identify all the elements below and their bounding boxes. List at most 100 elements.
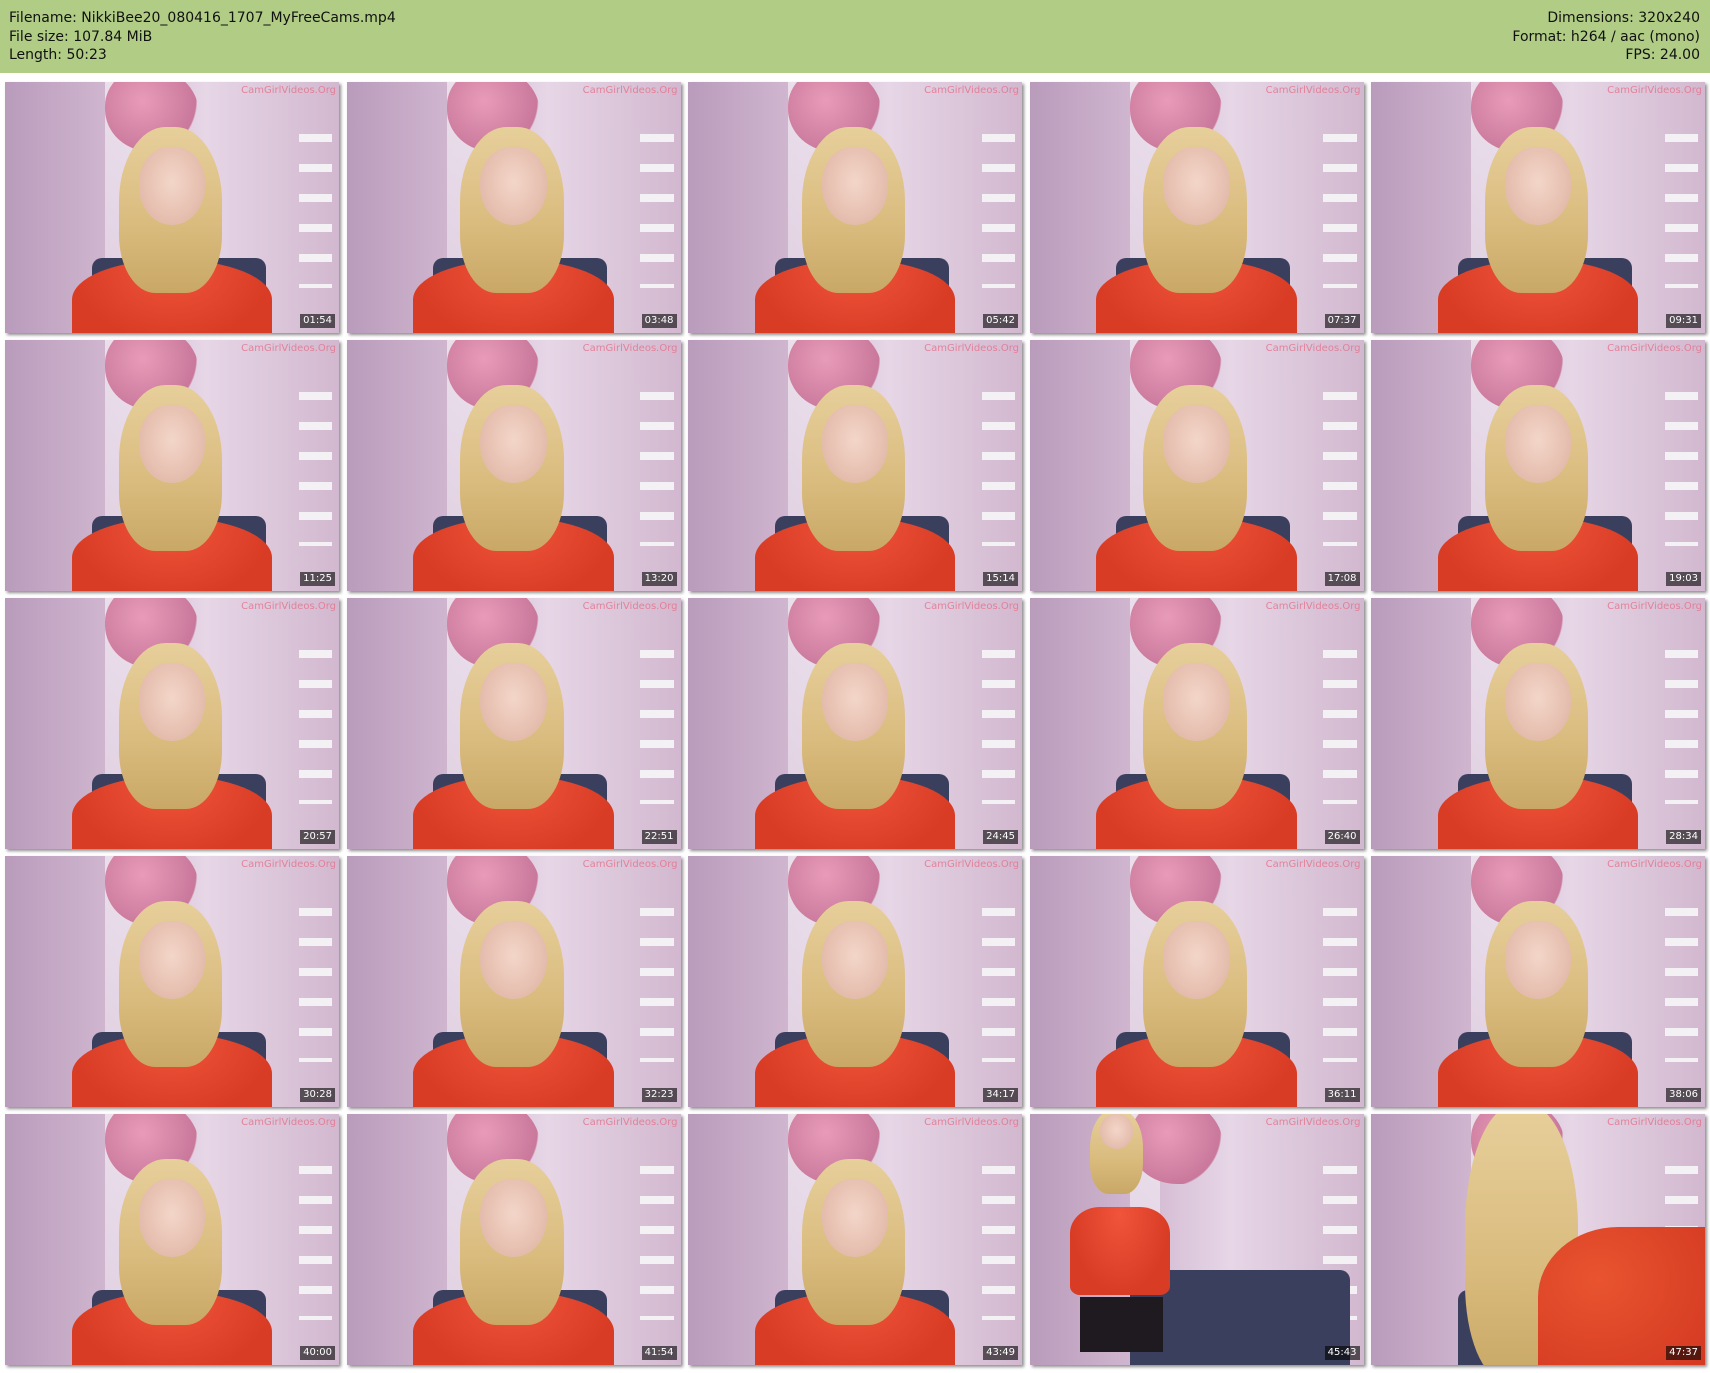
timestamp-label: 34:17 (983, 1088, 1018, 1102)
watermark: CamGirlVideos.Org (241, 343, 336, 354)
video-thumbnail[interactable]: CamGirlVideos.Org 20:57 (5, 598, 339, 849)
frame-face (1504, 147, 1572, 226)
frame-face (1163, 147, 1230, 226)
watermark: CamGirlVideos.Org (582, 601, 678, 612)
video-thumbnail[interactable]: CamGirlVideos.Org 17:08 (1029, 340, 1364, 591)
file-info-right: Dimensions: 320x240 Format: h264 / aac (… (1512, 9, 1700, 65)
frame-shelves (981, 112, 1016, 288)
frame-shelves (298, 112, 333, 288)
video-thumbnail[interactable]: CamGirlVideos.Org 41:54 (346, 1114, 681, 1365)
frame-face (821, 921, 889, 1000)
watermark: CamGirlVideos.Org (582, 343, 678, 354)
frame-motion-blur (1538, 1226, 1705, 1365)
length-label: Length: 50:23 (9, 47, 107, 63)
watermark: CamGirlVideos.Org (1607, 343, 1702, 354)
frame-face (1099, 1114, 1134, 1150)
timestamp-label: 43:49 (983, 1346, 1018, 1360)
timestamp-label: 07:37 (1324, 314, 1360, 328)
frame-face (480, 1179, 547, 1258)
frame-shelves (1323, 628, 1357, 804)
timestamp-label: 20:57 (300, 830, 335, 844)
frame-face (1163, 405, 1230, 484)
frame-shelves (1664, 886, 1699, 1062)
frame-face (1163, 921, 1230, 1000)
frame-face (480, 147, 547, 226)
frame-shelves (981, 1144, 1016, 1320)
frame-shelves (640, 1144, 674, 1320)
watermark: CamGirlVideos.Org (241, 601, 336, 612)
frame-face (1504, 663, 1572, 742)
video-thumbnail[interactable]: CamGirlVideos.Org 01:54 (5, 82, 339, 333)
frame-shelves (640, 886, 674, 1062)
frame-face (138, 1179, 206, 1258)
timestamp-label: 24:45 (983, 830, 1018, 844)
timestamp-label: 05:42 (983, 314, 1018, 328)
watermark: CamGirlVideos.Org (241, 85, 336, 96)
timestamp-label: 30:28 (300, 1088, 335, 1102)
frame-face (138, 663, 206, 742)
watermark: CamGirlVideos.Org (1607, 601, 1702, 612)
info-header: Filename: NikkiBee20_080416_1707_MyFreeC… (0, 0, 1710, 73)
video-thumbnail[interactable]: CamGirlVideos.Org 07:37 (1029, 82, 1364, 333)
frame-face (138, 147, 206, 226)
watermark: CamGirlVideos.Org (1607, 859, 1702, 870)
watermark: CamGirlVideos.Org (1265, 85, 1361, 96)
watermark: CamGirlVideos.Org (924, 85, 1019, 96)
video-thumbnail[interactable]: CamGirlVideos.Org 13:20 (346, 340, 681, 591)
watermark: CamGirlVideos.Org (241, 859, 336, 870)
video-thumbnail[interactable]: CamGirlVideos.Org 11:25 (5, 340, 339, 591)
format-label: Format: h264 / aac (mono) (1512, 28, 1700, 45)
frame-shelves (1323, 112, 1357, 288)
video-thumbnail[interactable]: CamGirlVideos.Org 15:14 (688, 340, 1022, 591)
video-thumbnail[interactable]: CamGirlVideos.Org 47:37 (1371, 1114, 1705, 1365)
video-thumbnail[interactable]: CamGirlVideos.Org 03:48 (346, 82, 681, 333)
frame-face (138, 921, 206, 1000)
watermark: CamGirlVideos.Org (924, 343, 1019, 354)
timestamp-label: 41:54 (641, 1346, 677, 1360)
video-thumbnail[interactable]: CamGirlVideos.Org 40:00 (5, 1114, 339, 1365)
frame-skirt (1079, 1297, 1164, 1353)
timestamp-label: 47:37 (1666, 1346, 1701, 1360)
timestamp-label: 32:23 (641, 1088, 677, 1102)
video-thumbnail[interactable]: CamGirlVideos.Org 22:51 (346, 598, 681, 849)
timestamp-label: 38:06 (1666, 1088, 1701, 1102)
timestamp-label: 36:11 (1324, 1088, 1360, 1102)
timestamp-label: 40:00 (300, 1346, 335, 1360)
video-thumbnail[interactable]: CamGirlVideos.Org 24:45 (688, 598, 1022, 849)
frame-face (480, 663, 547, 742)
video-thumbnail[interactable]: CamGirlVideos.Org 43:49 (688, 1114, 1022, 1365)
watermark: CamGirlVideos.Org (1607, 1117, 1702, 1128)
timestamp-label: 22:51 (641, 830, 677, 844)
watermark: CamGirlVideos.Org (582, 1117, 678, 1128)
frame-face (480, 921, 547, 1000)
timestamp-label: 19:03 (1666, 572, 1701, 586)
video-thumbnail[interactable]: CamGirlVideos.Org 26:40 (1029, 598, 1364, 849)
video-thumbnail[interactable]: CamGirlVideos.Org 19:03 (1371, 340, 1705, 591)
thumbnail-grid: CamGirlVideos.Org 01:54 CamGirlVideos.Org 0… (5, 82, 1709, 1367)
video-thumbnail[interactable]: CamGirlVideos.Org 09:31 (1371, 82, 1705, 333)
filename-label: Filename: NikkiBee20_080416_1707_MyFreeC… (9, 10, 396, 26)
frame-shelves (298, 628, 333, 804)
video-thumbnail[interactable]: CamGirlVideos.Org 45:43 (1029, 1114, 1364, 1365)
frame-shelves (1664, 370, 1699, 546)
watermark: CamGirlVideos.Org (924, 1117, 1019, 1128)
timestamp-label: 01:54 (300, 314, 335, 328)
frame-shirt (1069, 1206, 1170, 1295)
watermark: CamGirlVideos.Org (241, 1117, 336, 1128)
timestamp-label: 28:34 (1666, 830, 1701, 844)
video-thumbnail[interactable]: CamGirlVideos.Org 36:11 (1029, 856, 1364, 1107)
watermark: CamGirlVideos.Org (1265, 343, 1361, 354)
frame-face (1163, 663, 1230, 742)
video-thumbnail[interactable]: CamGirlVideos.Org 38:06 (1371, 856, 1705, 1107)
video-thumbnail[interactable]: CamGirlVideos.Org 32:23 (346, 856, 681, 1107)
frame-face (821, 663, 889, 742)
watermark: CamGirlVideos.Org (582, 85, 678, 96)
frame-shelves (1323, 370, 1357, 546)
frame-shelves (1323, 886, 1357, 1062)
video-thumbnail[interactable]: CamGirlVideos.Org 30:28 (5, 856, 339, 1107)
video-thumbnail[interactable]: CamGirlVideos.Org 34:17 (688, 856, 1022, 1107)
video-thumbnail[interactable]: CamGirlVideos.Org 05:42 (688, 82, 1022, 333)
frame-shelves (1664, 112, 1699, 288)
watermark: CamGirlVideos.Org (1265, 859, 1361, 870)
video-thumbnail[interactable]: CamGirlVideos.Org 28:34 (1371, 598, 1705, 849)
